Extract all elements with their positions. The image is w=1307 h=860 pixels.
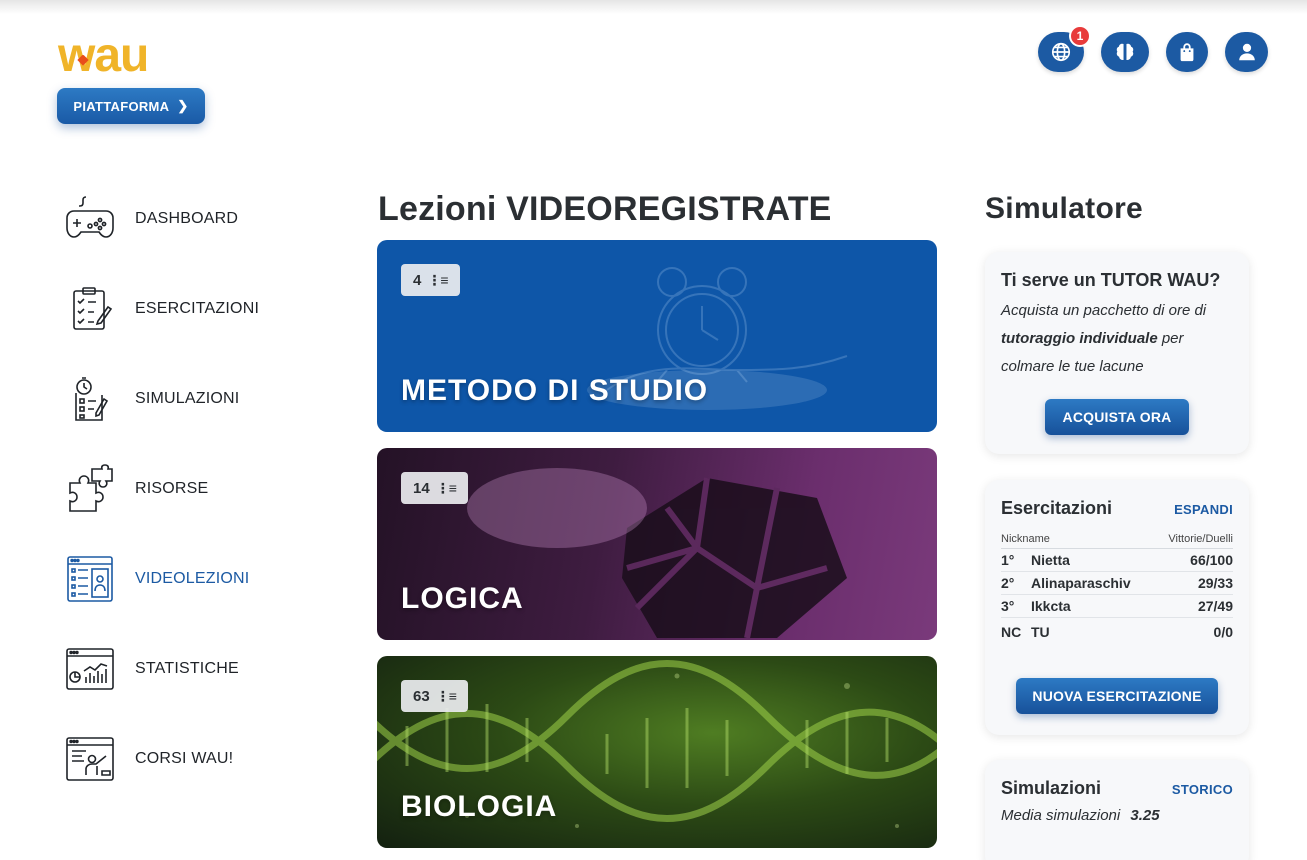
tutor-description: Acquista un pacchetto di ore di tutoragg… <box>1001 297 1233 381</box>
sidebar-nav: DASHBOARD ESERCITAZIONI SIMULAZIONI RISO… <box>62 192 322 822</box>
puzzle-icon <box>62 462 118 516</box>
language-button[interactable]: 1 <box>1038 25 1091 72</box>
average-label: Media simulazioni <box>1001 807 1121 824</box>
statistics-chart-icon <box>62 642 118 696</box>
stopwatch-checklist-icon <box>62 372 118 426</box>
history-link[interactable]: STORICO <box>1172 782 1233 797</box>
sidebar-item-simulazioni[interactable]: SIMULAZIONI <box>62 372 322 426</box>
score: 27/49 <box>1197 598 1233 614</box>
tutor-text-2: per <box>1157 330 1184 347</box>
nickname: Ikkcta <box>1031 598 1071 614</box>
logo-text: wau <box>58 29 149 82</box>
tutor-text-1: Acquista un pacchetto di ore di <box>1001 302 1207 319</box>
esercitazioni-panel: Esercitazioni ESPANDI Nickname Vittorie/… <box>985 480 1249 735</box>
simulazioni-panel: Simulazioni STORICO Media simulazioni 3.… <box>985 760 1249 860</box>
teacher-board-icon <box>62 732 118 786</box>
leaderboard-header: Nickname Vittorie/Duelli <box>1001 533 1233 549</box>
brain-icon <box>1116 43 1134 60</box>
platform-button[interactable]: PIATTAFORMA ❯ <box>57 88 205 124</box>
leaderboard-row: 3° Ikkcta 27/49 <box>1001 595 1233 618</box>
video-count: 14 <box>413 479 430 497</box>
average-value: 3.25 <box>1130 807 1160 824</box>
page-title: Lezioni VIDEOREGISTRATE <box>378 190 832 228</box>
sidebar-item-dashboard[interactable]: DASHBOARD <box>62 192 322 246</box>
top-shadow <box>0 0 1307 14</box>
rank: 1° <box>1001 552 1015 568</box>
cart-button[interactable] <box>1166 32 1208 72</box>
video-count-badge: 63 ⋮≡ <box>401 680 468 712</box>
sidebar-item-videolezioni[interactable]: VIDEOLEZIONI <box>62 552 322 606</box>
simulation-average: Media simulazioni 3.25 <box>1001 807 1233 824</box>
tutor-panel: Ti serve un TUTOR WAU? Acquista un pacch… <box>985 252 1249 454</box>
nickname: TU <box>1031 624 1050 640</box>
checklist-clipboard-icon <box>62 282 118 336</box>
notification-badge: 1 <box>1069 25 1091 47</box>
rank: 2° <box>1001 575 1015 591</box>
video-lesson-icon <box>62 552 118 606</box>
nickname: Alinaparaschiv <box>1031 575 1131 591</box>
tutor-text-3: colmare le tue lacune <box>1001 358 1144 375</box>
tutor-text-bold: tutoraggio individuale <box>1001 330 1158 347</box>
sidebar-item-risorse[interactable]: RISORSE <box>62 462 322 516</box>
shopping-bag-icon <box>1180 43 1194 62</box>
user-icon <box>1238 43 1255 61</box>
nickname: Nietta <box>1031 552 1070 568</box>
tutor-heading: Ti serve un TUTOR WAU? <box>1001 270 1221 290</box>
profile-button[interactable] <box>1225 32 1268 72</box>
simulazioni-header: Simulazioni STORICO <box>1001 778 1233 799</box>
col-score: Vittorie/Duelli <box>1168 533 1233 545</box>
sidebar-item-corsi-wau[interactable]: CORSI WAU! <box>62 732 322 786</box>
video-count: 4 <box>413 271 422 289</box>
leaderboard-row: 2° Alinaparaschiv 29/33 <box>1001 572 1233 595</box>
card-title: METODO DI STUDIO <box>401 374 709 407</box>
sidebar-item-esercitazioni[interactable]: ESERCITAZIONI <box>62 282 322 336</box>
video-count-badge: 14 ⋮≡ <box>401 472 468 504</box>
chevron-right-icon: ❯ <box>177 98 189 113</box>
expand-link[interactable]: ESPANDI <box>1174 502 1233 517</box>
sidebar-item-label: RISORSE <box>135 480 209 497</box>
leaderboard-row: 1° Nietta 66/100 <box>1001 549 1233 572</box>
lesson-card-metodo-di-studio[interactable]: 4 ⋮≡ METODO DI STUDIO <box>377 240 937 432</box>
rank: 3° <box>1001 598 1015 614</box>
esercitazioni-heading: Esercitazioni <box>1001 498 1113 518</box>
lesson-card-biologia[interactable]: 63 ⋮≡ BIOLOGIA <box>377 656 937 848</box>
sidebar-item-label: ESERCITAZIONI <box>135 300 260 317</box>
header-actions: 1 <box>1038 25 1268 72</box>
esercitazioni-header: Esercitazioni ESPANDI <box>1001 498 1233 519</box>
sidebar-item-label: VIDEOLEZIONI <box>135 570 250 587</box>
score: 29/33 <box>1197 575 1233 591</box>
brain-button[interactable] <box>1101 32 1149 72</box>
sidebar-item-label: CORSI WAU! <box>135 750 234 767</box>
platform-button-label: PIATTAFORMA <box>73 98 170 114</box>
sidebar-item-label: DASHBOARD <box>135 210 239 227</box>
card-title: BIOLOGIA <box>401 790 558 823</box>
score: 0/0 <box>1213 624 1233 640</box>
sidebar-item-statistiche[interactable]: STATISTICHE <box>62 642 322 696</box>
video-count-badge: 4 ⋮≡ <box>401 264 460 296</box>
leaderboard-row-self: NC TU 0/0 <box>1001 618 1233 646</box>
numbered-list-icon: ⋮≡ <box>435 479 457 496</box>
gamepad-icon <box>62 192 118 246</box>
buy-now-button[interactable]: ACQUISTA ORA <box>1045 399 1189 435</box>
simulator-title: Simulatore <box>985 192 1144 225</box>
sidebar-item-label: STATISTICHE <box>135 660 239 677</box>
globe-icon <box>1051 42 1071 62</box>
card-title: LOGICA <box>401 582 524 615</box>
new-exercise-button[interactable]: NUOVA ESERCITAZIONE <box>1016 678 1218 714</box>
simulazioni-heading: Simulazioni <box>1001 778 1102 798</box>
sidebar-item-label: SIMULAZIONI <box>135 390 240 407</box>
col-nickname: Nickname <box>1001 533 1050 545</box>
numbered-list-icon: ⋮≡ <box>427 271 448 288</box>
video-count: 63 <box>413 687 430 705</box>
rank: NC <box>1001 624 1022 640</box>
lesson-card-logica[interactable]: 14 ⋮≡ LOGICA <box>377 448 937 640</box>
numbered-list-icon: ⋮≡ <box>435 687 457 704</box>
wau-logo[interactable]: wau <box>58 32 149 80</box>
score: 66/100 <box>1190 552 1233 568</box>
